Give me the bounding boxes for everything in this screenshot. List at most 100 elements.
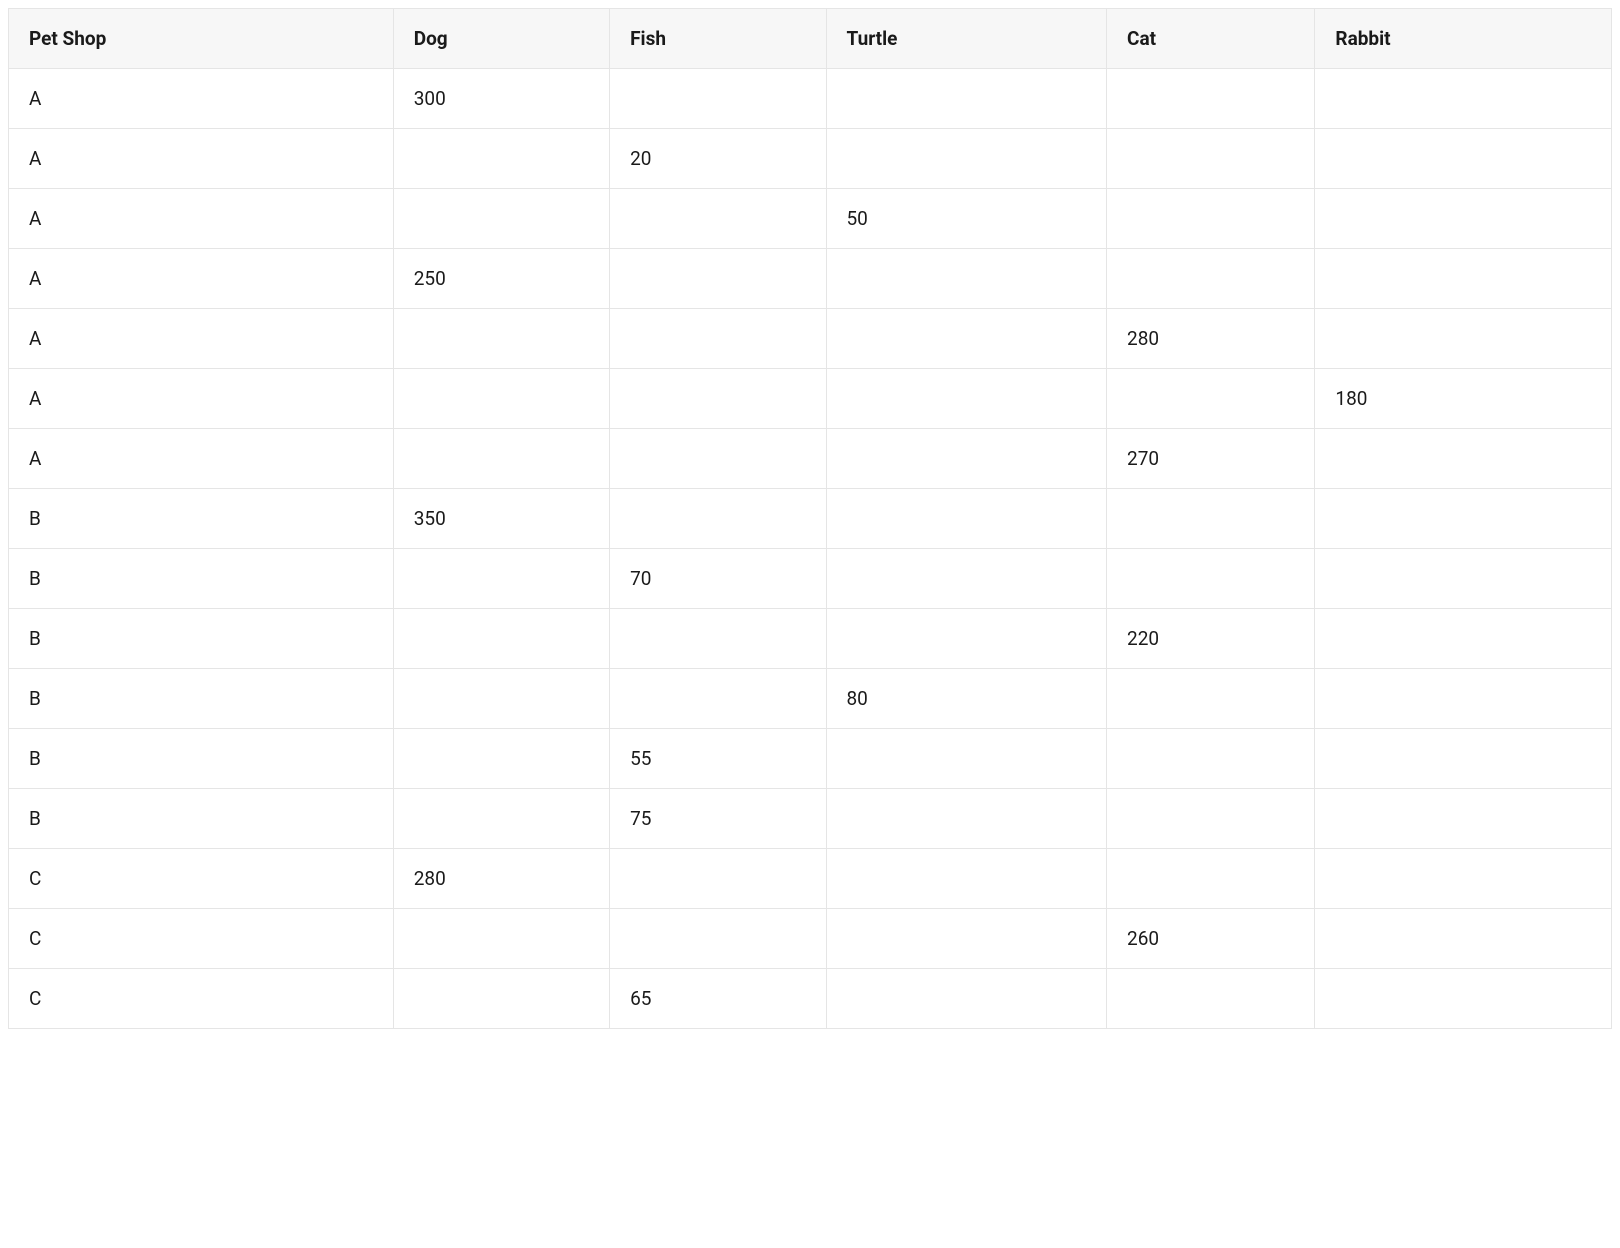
cell-pet-shop: A — [9, 129, 394, 189]
cell-dog: 250 — [393, 249, 609, 309]
header-rabbit: Rabbit — [1315, 9, 1612, 69]
table-row: A 20 — [9, 129, 1612, 189]
table-row: B 350 — [9, 489, 1612, 549]
table-row: A 250 — [9, 249, 1612, 309]
cell-rabbit — [1315, 309, 1612, 369]
cell-fish — [610, 489, 826, 549]
cell-turtle — [826, 309, 1107, 369]
cell-dog — [393, 129, 609, 189]
cell-fish: 20 — [610, 129, 826, 189]
cell-fish — [610, 249, 826, 309]
table-row: A 280 — [9, 309, 1612, 369]
cell-turtle — [826, 489, 1107, 549]
cell-pet-shop: B — [9, 489, 394, 549]
cell-pet-shop: B — [9, 729, 394, 789]
cell-dog — [393, 969, 609, 1029]
cell-rabbit — [1315, 729, 1612, 789]
cell-pet-shop: A — [9, 309, 394, 369]
cell-fish — [610, 369, 826, 429]
cell-turtle — [826, 729, 1107, 789]
cell-fish: 75 — [610, 789, 826, 849]
cell-cat: 260 — [1107, 909, 1315, 969]
header-fish: Fish — [610, 9, 826, 69]
cell-turtle: 50 — [826, 189, 1107, 249]
cell-fish — [610, 69, 826, 129]
cell-pet-shop: A — [9, 369, 394, 429]
cell-pet-shop: C — [9, 909, 394, 969]
cell-cat — [1107, 369, 1315, 429]
cell-turtle — [826, 969, 1107, 1029]
cell-fish: 65 — [610, 969, 826, 1029]
cell-rabbit — [1315, 69, 1612, 129]
header-dog: Dog — [393, 9, 609, 69]
cell-pet-shop: A — [9, 69, 394, 129]
cell-dog — [393, 189, 609, 249]
cell-pet-shop: B — [9, 789, 394, 849]
pet-shop-table: Pet Shop Dog Fish Turtle Cat Rabbit A 30… — [8, 8, 1612, 1029]
cell-rabbit — [1315, 789, 1612, 849]
cell-turtle — [826, 369, 1107, 429]
cell-cat — [1107, 249, 1315, 309]
table-row: B 75 — [9, 789, 1612, 849]
header-turtle: Turtle — [826, 9, 1107, 69]
table-row: C 65 — [9, 969, 1612, 1029]
cell-pet-shop: A — [9, 189, 394, 249]
cell-cat — [1107, 189, 1315, 249]
cell-turtle — [826, 69, 1107, 129]
cell-dog — [393, 909, 609, 969]
table-row: A 300 — [9, 69, 1612, 129]
cell-fish: 55 — [610, 729, 826, 789]
cell-rabbit — [1315, 429, 1612, 489]
cell-turtle — [826, 429, 1107, 489]
cell-fish — [610, 309, 826, 369]
table-body: A 300 A 20 A 50 A 250 — [9, 69, 1612, 1029]
cell-fish — [610, 669, 826, 729]
cell-cat — [1107, 789, 1315, 849]
cell-fish — [610, 849, 826, 909]
cell-pet-shop: C — [9, 849, 394, 909]
cell-rabbit — [1315, 549, 1612, 609]
table-row: B 220 — [9, 609, 1612, 669]
table-row: A 50 — [9, 189, 1612, 249]
cell-pet-shop: C — [9, 969, 394, 1029]
cell-dog — [393, 609, 609, 669]
cell-fish: 70 — [610, 549, 826, 609]
cell-dog — [393, 309, 609, 369]
cell-turtle — [826, 609, 1107, 669]
cell-turtle — [826, 549, 1107, 609]
cell-dog: 300 — [393, 69, 609, 129]
cell-rabbit — [1315, 249, 1612, 309]
cell-fish — [610, 429, 826, 489]
cell-pet-shop: B — [9, 609, 394, 669]
table-row: B 70 — [9, 549, 1612, 609]
table-row: C 260 — [9, 909, 1612, 969]
header-pet-shop: Pet Shop — [9, 9, 394, 69]
cell-rabbit — [1315, 489, 1612, 549]
cell-rabbit — [1315, 609, 1612, 669]
cell-rabbit — [1315, 129, 1612, 189]
table-row: B 80 — [9, 669, 1612, 729]
cell-turtle — [826, 849, 1107, 909]
cell-dog — [393, 789, 609, 849]
cell-cat — [1107, 69, 1315, 129]
cell-turtle — [826, 129, 1107, 189]
cell-dog: 350 — [393, 489, 609, 549]
cell-cat: 220 — [1107, 609, 1315, 669]
cell-cat — [1107, 669, 1315, 729]
cell-rabbit — [1315, 189, 1612, 249]
table-row: B 55 — [9, 729, 1612, 789]
cell-rabbit — [1315, 909, 1612, 969]
cell-dog — [393, 369, 609, 429]
table-row: C 280 — [9, 849, 1612, 909]
cell-rabbit: 180 — [1315, 369, 1612, 429]
cell-cat — [1107, 729, 1315, 789]
cell-cat — [1107, 969, 1315, 1029]
table-header-row: Pet Shop Dog Fish Turtle Cat Rabbit — [9, 9, 1612, 69]
cell-dog: 280 — [393, 849, 609, 909]
cell-dog — [393, 549, 609, 609]
cell-dog — [393, 669, 609, 729]
table-row: A 180 — [9, 369, 1612, 429]
cell-turtle — [826, 249, 1107, 309]
cell-pet-shop: B — [9, 669, 394, 729]
cell-cat: 280 — [1107, 309, 1315, 369]
